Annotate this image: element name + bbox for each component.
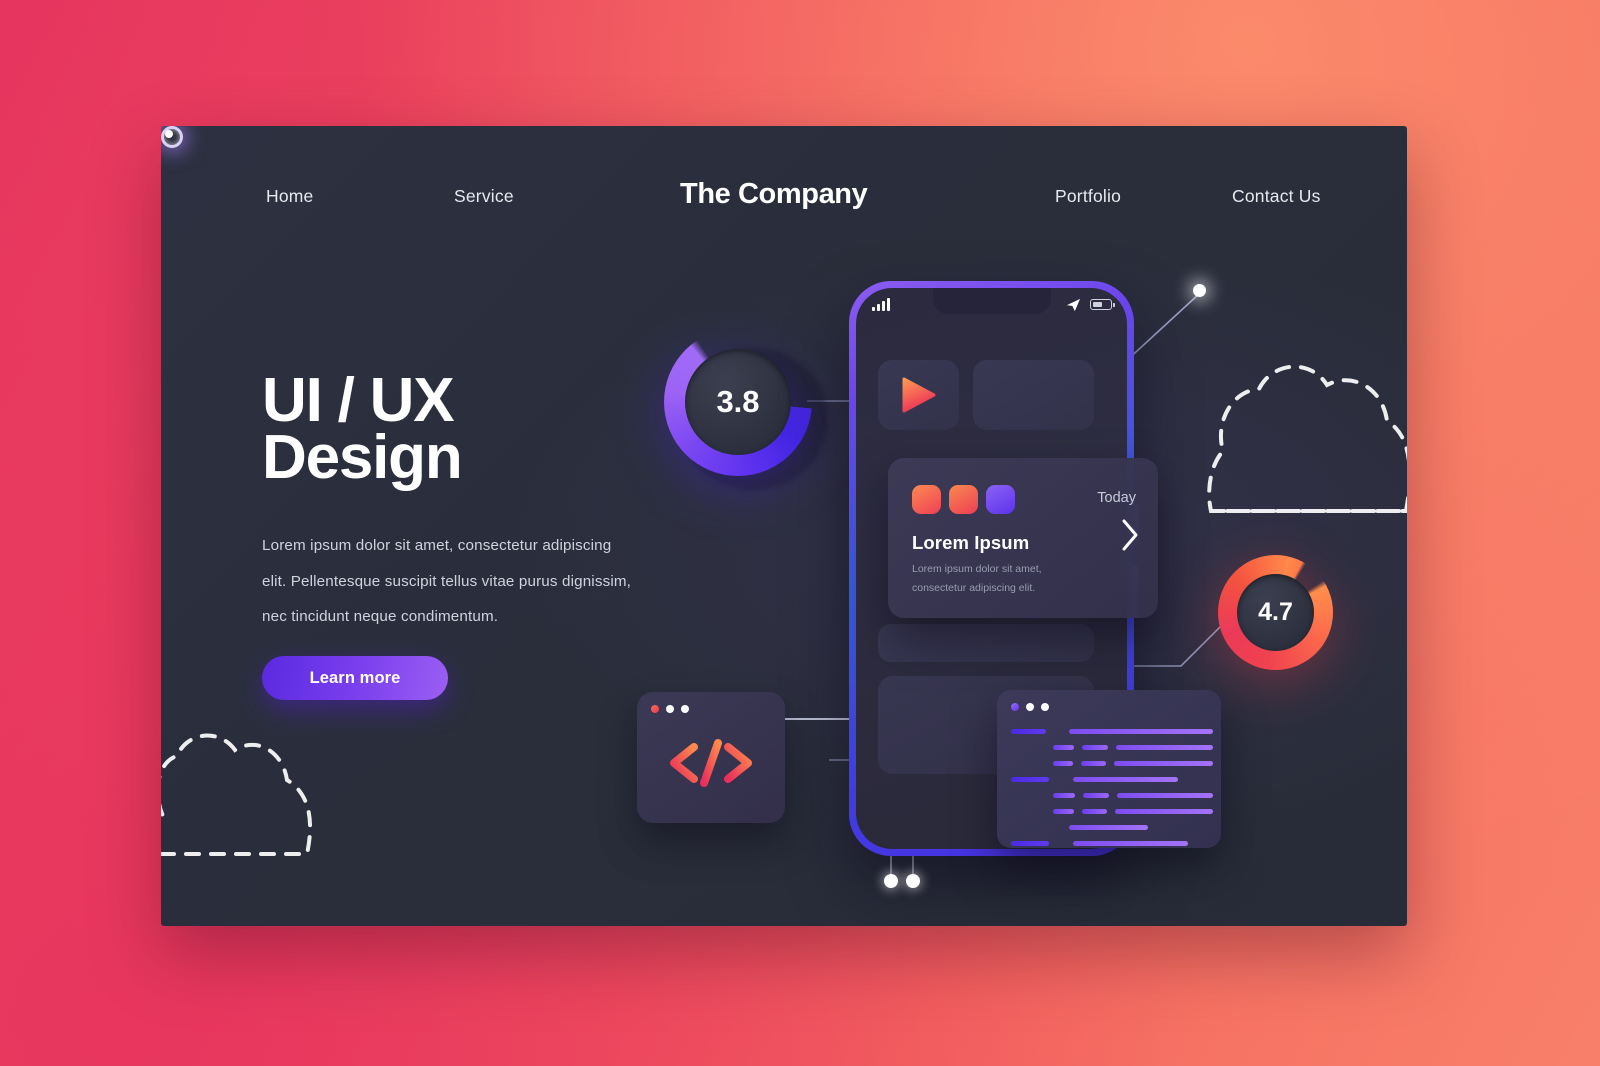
code-lines bbox=[997, 726, 1221, 848]
dashed-cloud-right-icon bbox=[1207, 364, 1407, 513]
blank-tile[interactable] bbox=[973, 360, 1094, 430]
code-segment bbox=[1053, 809, 1074, 814]
code-segment bbox=[1114, 809, 1213, 814]
rating-gauge-38-value: 3.8 bbox=[685, 349, 791, 455]
code-line bbox=[997, 838, 1221, 848]
connector-node-bottom-1 bbox=[884, 874, 898, 888]
page-title: UI / UX Design bbox=[262, 370, 682, 493]
card-subtitle: Lorem ipsum dolor sit amet, consectetur … bbox=[912, 563, 1042, 595]
swatch-orange bbox=[949, 485, 978, 514]
code-segment bbox=[1069, 825, 1148, 830]
window-dots bbox=[1011, 703, 1049, 711]
code-segment bbox=[1081, 809, 1107, 814]
swatch-purple bbox=[986, 485, 1015, 514]
connector-node-bottom-2 bbox=[906, 874, 920, 888]
code-tag-icon bbox=[670, 738, 752, 787]
code-line bbox=[997, 790, 1221, 801]
rating-gauge-38: 3.8 bbox=[664, 328, 812, 476]
code-segment bbox=[1073, 777, 1178, 782]
nav-link-home[interactable]: Home bbox=[266, 186, 313, 207]
nav-link-contact[interactable]: Contact Us bbox=[1232, 186, 1321, 207]
landing-page-artboard: Home Service The Company Portfolio Conta… bbox=[0, 0, 1600, 1066]
main-navigation: Home Service The Company Portfolio Conta… bbox=[161, 178, 1407, 246]
phone-status-bar bbox=[856, 297, 1127, 313]
window-dots bbox=[651, 705, 689, 713]
phone-content-bar bbox=[878, 624, 1094, 662]
code-segment bbox=[1116, 745, 1213, 750]
code-segment bbox=[1073, 841, 1188, 846]
connector-node-top-right bbox=[1193, 284, 1206, 297]
color-swatch-group bbox=[912, 485, 1015, 514]
code-segment bbox=[1053, 793, 1075, 798]
rating-gauge-47-value: 4.7 bbox=[1237, 574, 1314, 651]
code-editor-window[interactable] bbox=[997, 690, 1221, 848]
connector-node-left bbox=[161, 126, 183, 148]
code-segment bbox=[1069, 729, 1213, 734]
rating-gauge-47: 4.7 bbox=[1218, 555, 1333, 670]
hero-paragraph: Lorem ipsum dolor sit amet, consectetur … bbox=[262, 537, 632, 626]
code-line bbox=[997, 742, 1221, 753]
hero-panel: Home Service The Company Portfolio Conta… bbox=[161, 126, 1407, 926]
learn-more-button[interactable]: Learn more bbox=[262, 656, 448, 700]
code-segment bbox=[1011, 729, 1047, 734]
code-segment bbox=[1011, 777, 1049, 782]
code-line bbox=[997, 726, 1221, 737]
code-line bbox=[997, 806, 1221, 817]
card-today-label: Today bbox=[1097, 490, 1136, 506]
code-line bbox=[997, 774, 1221, 785]
media-play-tile[interactable] bbox=[878, 360, 959, 430]
code-segment bbox=[1114, 761, 1213, 766]
play-icon bbox=[902, 377, 935, 413]
headline-line-2: Design bbox=[262, 423, 463, 493]
info-card[interactable]: Today Lorem Ipsum Lorem ipsum dolor sit … bbox=[888, 458, 1158, 618]
signal-bars-icon bbox=[872, 298, 890, 311]
code-segment bbox=[1082, 793, 1110, 798]
code-segment bbox=[1011, 841, 1049, 846]
nav-link-service[interactable]: Service bbox=[454, 186, 514, 207]
battery-icon bbox=[1090, 299, 1115, 310]
code-line bbox=[997, 822, 1221, 833]
code-line bbox=[997, 758, 1221, 769]
code-snippet-card[interactable] bbox=[637, 692, 785, 823]
code-segment bbox=[1117, 793, 1213, 798]
brand-title: The Company bbox=[680, 178, 868, 210]
code-segment bbox=[1053, 745, 1075, 750]
code-segment bbox=[1081, 761, 1107, 766]
chevron-right-icon[interactable] bbox=[1120, 518, 1140, 552]
nav-link-portfolio[interactable]: Portfolio bbox=[1055, 186, 1121, 207]
code-segment bbox=[1082, 745, 1109, 750]
code-segment bbox=[1053, 761, 1074, 766]
card-title: Lorem Ipsum bbox=[912, 532, 1030, 553]
dashed-cloud-left-icon bbox=[161, 733, 312, 856]
location-arrow-icon bbox=[1066, 298, 1081, 312]
swatch-red bbox=[912, 485, 941, 514]
